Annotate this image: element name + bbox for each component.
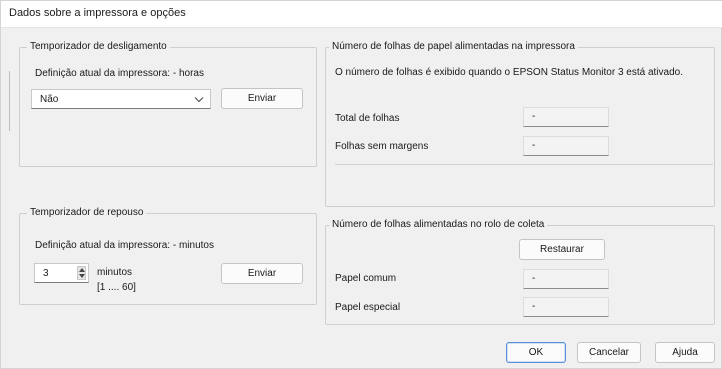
chevron-down-icon [194, 97, 204, 103]
sleep-range-label: [1 .... 60] [97, 282, 136, 293]
sleep-timer-title: Temporizador de repouso [27, 207, 147, 219]
help-button[interactable]: Ajuda [655, 342, 715, 363]
ok-button[interactable]: OK [506, 342, 566, 363]
spinner-buttons[interactable] [77, 266, 86, 280]
paper-count-title: Número de folhas de papel alimentadas na… [329, 41, 578, 53]
sleep-unit-label: minutos [97, 267, 133, 278]
title-bar: Dados sobre a impressora e opções [1, 1, 722, 27]
sleep-send-button[interactable]: Enviar [221, 263, 303, 284]
shutdown-timer-title: Temporizador de desligamento [27, 41, 170, 53]
plain-paper-value: - [523, 269, 609, 289]
borderless-sheets-value: - [523, 136, 609, 156]
plain-paper-label: Papel comum [335, 273, 397, 284]
window-title: Dados sobre a impressora e opções [9, 7, 186, 19]
shutdown-send-button[interactable]: Enviar [221, 88, 303, 109]
special-paper-label: Papel especial [335, 302, 401, 313]
borderless-sheets-label: Folhas sem margens [335, 141, 429, 152]
shutdown-current-setting: Definição atual da impressora: - horas [35, 68, 204, 79]
sleep-minutes-stepper[interactable]: 3 [34, 263, 89, 283]
paper-count-divider [335, 164, 713, 165]
paper-count-description: O número de folhas é exibido quando o EP… [335, 67, 683, 78]
cancel-button[interactable]: Cancelar [577, 342, 641, 363]
sleep-timer-group [19, 213, 317, 305]
shutdown-timer-select[interactable]: Não [31, 89, 211, 109]
shutdown-select-value: Não [40, 94, 59, 105]
spinner-up-icon[interactable] [79, 268, 85, 272]
sleep-minutes-value: 3 [43, 268, 49, 279]
sleep-current-setting: Definição atual da impressora: - minutos [35, 240, 214, 251]
left-edge-line [9, 71, 10, 131]
roll-count-title: Número de folhas alimentadas no rolo de … [329, 219, 548, 231]
total-sheets-value: - [523, 107, 609, 127]
title-divider [1, 27, 722, 28]
printer-info-dialog: Dados sobre a impressora e opções Tempor… [0, 0, 722, 369]
reset-button[interactable]: Restaurar [519, 239, 605, 260]
total-sheets-label: Total de folhas [335, 113, 400, 124]
spinner-down-icon[interactable] [79, 274, 85, 278]
special-paper-value: - [523, 297, 609, 317]
